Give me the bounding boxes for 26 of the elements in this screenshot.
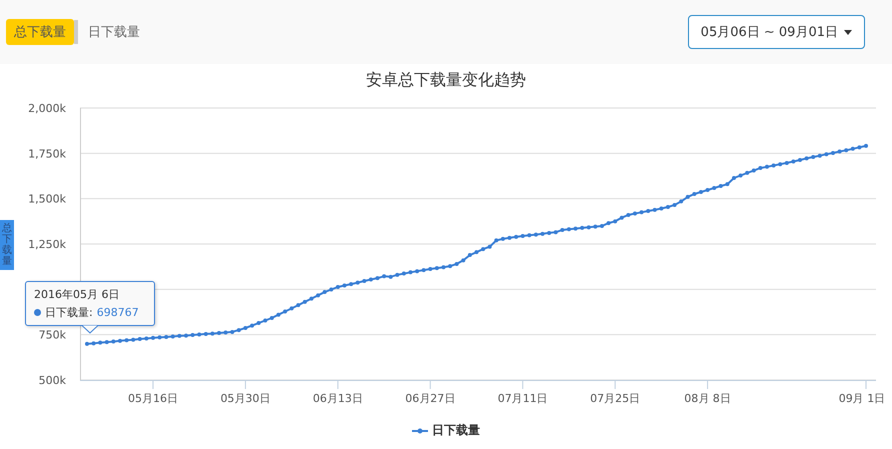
tooltip-value: 698767: [96, 306, 139, 319]
x-axis-label: 06月13日: [312, 392, 363, 405]
x-axis-label: 09月 1日: [838, 392, 886, 405]
x-axis-label: 07月25日: [590, 392, 640, 405]
legend-label: 日下载量: [432, 422, 480, 439]
tab[interactable]: 总下载量: [6, 19, 74, 45]
y-axis-label: 1,500k: [28, 192, 66, 206]
line-marker-icon: [412, 428, 428, 434]
tab[interactable]: 日下载量: [80, 19, 148, 45]
x-axis-label: 05月30日: [220, 392, 270, 405]
x-axis-label: 05月16日: [128, 392, 178, 405]
x-axis-label: 07月11日: [498, 392, 548, 405]
chart-title: 安卓总下载量变化趋势: [366, 70, 526, 90]
date-range-dropdown[interactable]: 05月06日 ~ 09月01日: [688, 15, 865, 49]
tooltip-date: 2016年05月 6日: [34, 286, 120, 302]
x-axis-label: 06月27日: [405, 392, 456, 405]
y-axis-label: 750k: [38, 328, 66, 342]
y-axis-label: 1,250k: [28, 238, 66, 251]
series-dot-icon: [34, 308, 41, 316]
caret-icon: [844, 30, 852, 34]
y-axis-label: 1,750k: [28, 147, 66, 160]
legend-item[interactable]: 日下载量: [412, 422, 480, 439]
tooltip-series-label: 日下载量:: [45, 304, 93, 320]
x-axis-label: 08月 8日: [684, 392, 731, 405]
y-axis-label: 2,000k: [28, 102, 66, 115]
y-axis-label: 500k: [38, 374, 66, 387]
